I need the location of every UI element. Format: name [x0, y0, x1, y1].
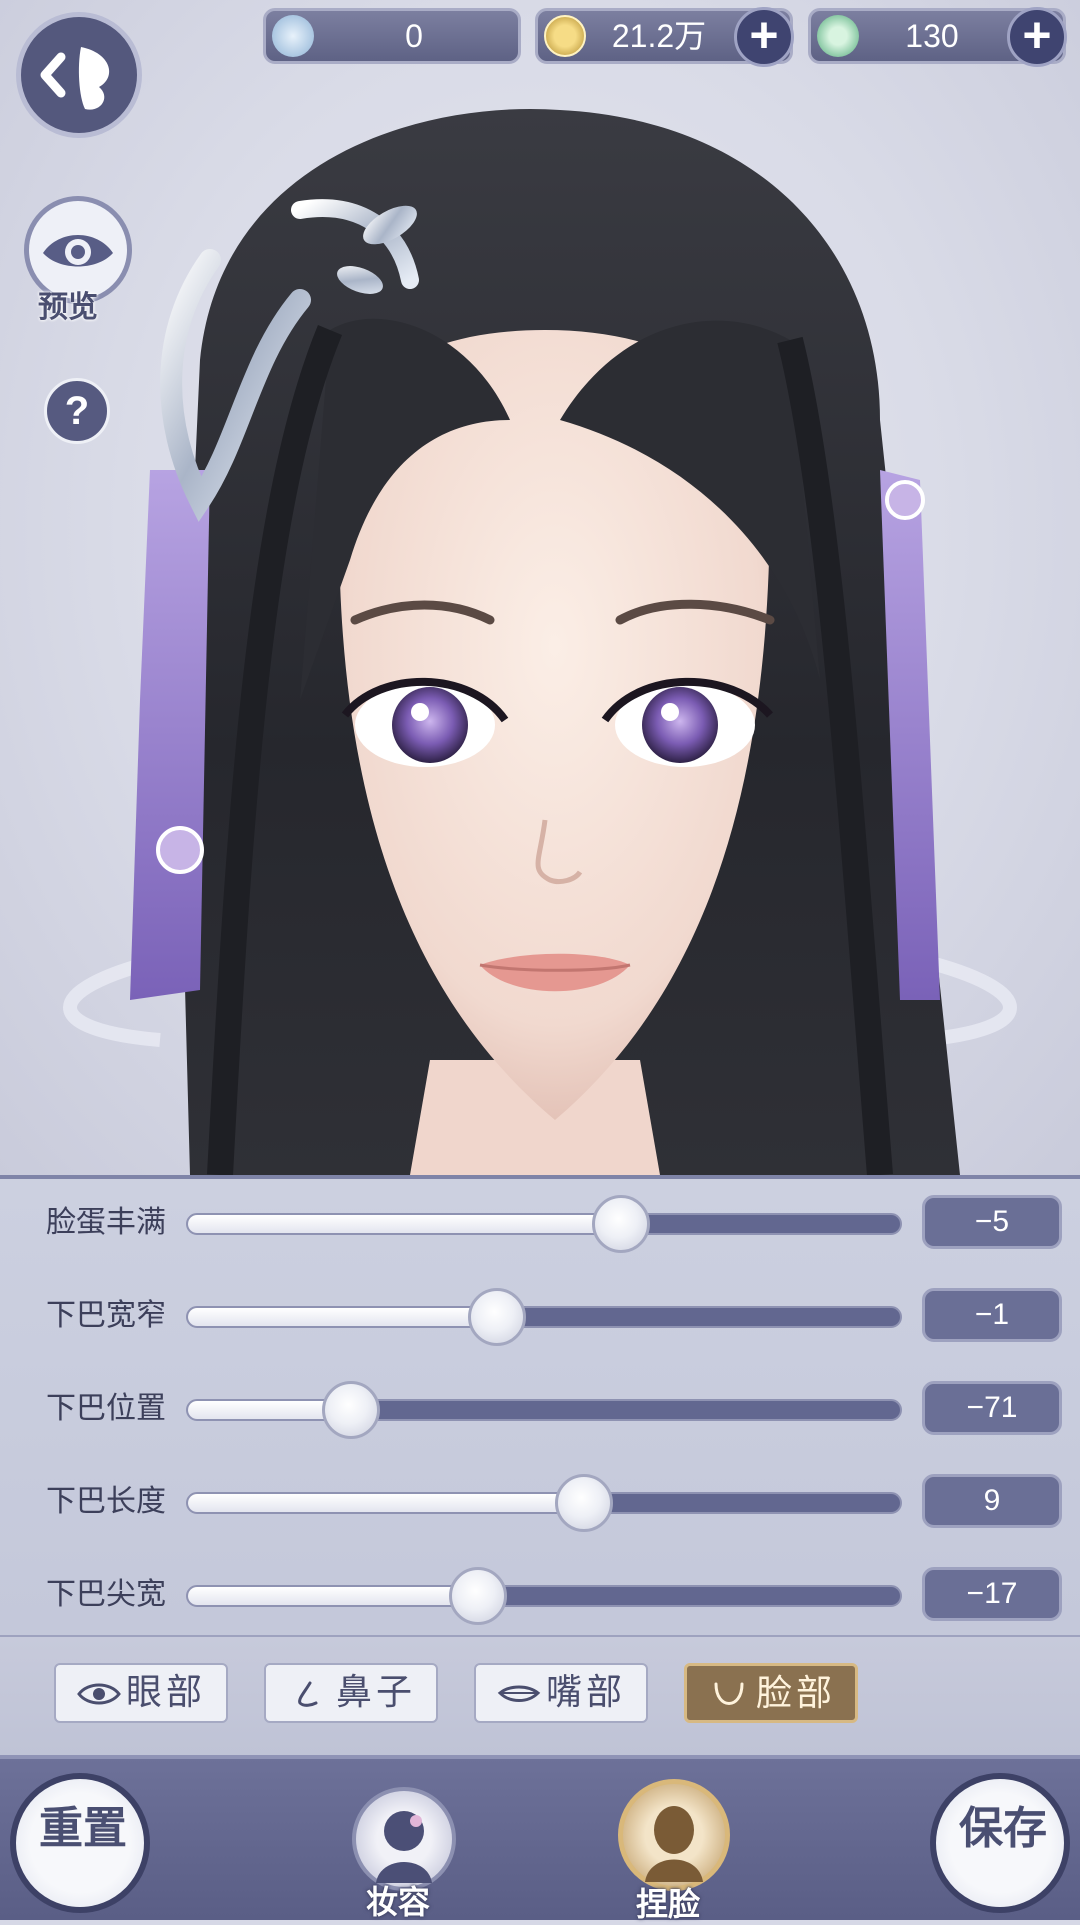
- save-button[interactable]: 保存: [930, 1773, 1070, 1913]
- makeup-tab-button[interactable]: [352, 1787, 456, 1891]
- face-sliders-panel: 脸蛋丰满 −5 下巴宽窄 −1 下巴位置 −71 下巴长度 9 下巴尖宽 −17: [0, 1175, 1080, 1635]
- character-portrait: [63, 108, 1017, 1175]
- category-tabs: 眼部 鼻子 嘴部 脸部: [0, 1635, 1080, 1755]
- slider-row: 下巴长度 9: [0, 1468, 1080, 1532]
- tab-label: 眼部: [125, 1671, 206, 1712]
- slider-fill: [188, 1587, 479, 1605]
- slider-value[interactable]: 9: [922, 1474, 1062, 1528]
- face-label: 捏脸: [636, 1885, 701, 1923]
- tab-label: 脸部: [755, 1672, 836, 1713]
- slider-track[interactable]: [186, 1492, 902, 1514]
- slider-label: 下巴尖宽: [46, 1578, 166, 1611]
- currency-coin: 21.2万 +: [535, 7, 794, 67]
- face-tab-button[interactable]: [618, 1779, 730, 1891]
- tab-eyes[interactable]: 眼部: [54, 1663, 228, 1723]
- slider-label: 脸蛋丰满: [46, 1206, 166, 1239]
- slider-row: 下巴尖宽 −17: [0, 1561, 1080, 1625]
- eye-icon: [43, 235, 113, 267]
- coin-icon: [544, 15, 586, 57]
- bottom-bar: 重置 妆容 捏脸 保存: [0, 1755, 1080, 1923]
- slider-row: 下巴位置 −71: [0, 1375, 1080, 1439]
- slider-row: 下巴宽窄 −1: [0, 1282, 1080, 1346]
- slider-track[interactable]: [186, 1306, 902, 1328]
- add-coin-button[interactable]: +: [734, 7, 794, 67]
- slider-fill: [188, 1308, 497, 1326]
- slider-value[interactable]: −5: [922, 1195, 1062, 1249]
- makeup-portrait-icon: [376, 1811, 432, 1883]
- mouth-icon: [497, 1685, 541, 1703]
- slider-label: 下巴长度: [46, 1485, 166, 1518]
- spirit-icon: [817, 15, 859, 57]
- back-button[interactable]: [16, 12, 142, 138]
- slider-track[interactable]: [186, 1585, 902, 1607]
- slider-handle[interactable]: [592, 1195, 651, 1253]
- slider-handle[interactable]: [449, 1567, 508, 1625]
- face-portrait-icon: [645, 1806, 703, 1882]
- currency-spirit: 130 +: [808, 7, 1067, 67]
- slider-track[interactable]: [186, 1213, 902, 1235]
- currency-jade-value: 0: [405, 18, 423, 54]
- face-icon: [714, 1682, 744, 1706]
- makeup-label: 妆容: [366, 1883, 431, 1921]
- slider-value[interactable]: −71: [922, 1381, 1062, 1435]
- back-butterfly-icon: [40, 47, 110, 110]
- slider-value[interactable]: −17: [922, 1567, 1062, 1621]
- currency-jade: 0: [263, 8, 521, 64]
- tab-label: 鼻子: [335, 1671, 416, 1712]
- tab-nose[interactable]: 鼻子: [264, 1663, 438, 1723]
- help-button[interactable]: ?: [44, 378, 110, 444]
- slider-handle[interactable]: [321, 1381, 380, 1439]
- currency-coin-value: 21.2万: [611, 18, 707, 54]
- slider-fill: [188, 1215, 621, 1233]
- preview-label: 预览: [38, 290, 98, 325]
- slider-label: 下巴宽窄: [46, 1299, 166, 1332]
- slider-row: 脸蛋丰满 −5: [0, 1189, 1080, 1253]
- add-spirit-button[interactable]: +: [1007, 7, 1067, 67]
- slider-label: 下巴位置: [46, 1392, 166, 1425]
- character-viewport[interactable]: 预览 ? 0 21.2万 + 130 +: [0, 0, 1080, 1175]
- reset-label: 重置: [39, 1803, 127, 1854]
- nose-icon: [298, 1681, 318, 1708]
- help-icon: ?: [64, 389, 90, 433]
- jade-icon: [272, 15, 314, 57]
- save-label: 保存: [959, 1803, 1047, 1854]
- tab-mouth[interactable]: 嘴部: [474, 1663, 648, 1723]
- eye-icon: [77, 1683, 121, 1705]
- currency-spirit-value: 130: [905, 18, 959, 54]
- tab-label: 嘴部: [545, 1671, 626, 1712]
- reset-button[interactable]: 重置: [10, 1773, 150, 1913]
- slider-handle[interactable]: [467, 1288, 526, 1346]
- slider-handle[interactable]: [555, 1474, 614, 1532]
- slider-track[interactable]: [186, 1399, 902, 1421]
- slider-value[interactable]: −1: [922, 1288, 1062, 1342]
- slider-fill: [188, 1494, 584, 1512]
- tab-face[interactable]: 脸部: [684, 1663, 858, 1723]
